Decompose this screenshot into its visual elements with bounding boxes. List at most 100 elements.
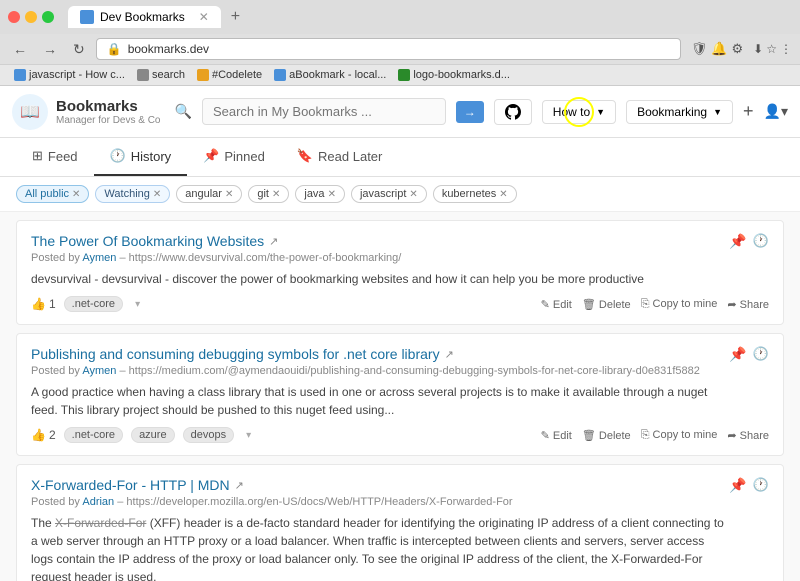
like-number: 2 [49,428,56,442]
bookmarks-bar-item[interactable]: javascript - How c... [8,67,131,83]
filter-java-label: java [304,188,324,200]
tab-history[interactable]: 🕐 History [94,138,188,176]
filter-remove-icon[interactable]: ✕ [328,189,336,200]
tab-close-button[interactable]: ✕ [199,10,209,24]
copy-to-mine-button[interactable]: ⎘ Copy to mine [641,298,718,311]
delete-button[interactable]: 🗑 Delete [582,298,631,311]
like-count: 👍 2 [31,428,56,442]
bookmarks-bar-item[interactable]: aBookmark - local... [268,67,392,83]
shield-icon[interactable]: 🛡 [691,41,708,57]
filter-watching[interactable]: Watching ✕ [95,185,170,203]
filter-git-label: git [257,188,269,200]
bookmark-meta: Posted by Aymen – https://medium.com/@ay… [31,365,729,377]
bookmarks-bar-item[interactable]: #Codelete [191,67,268,83]
tab-pinned[interactable]: 📌 Pinned [187,138,281,176]
edit-button[interactable]: ✎ Edit [541,429,572,442]
delete-button[interactable]: 🗑 Delete [582,429,631,442]
howto-wrapper: How to [542,100,616,124]
share-button[interactable]: ➦ Share [727,429,769,442]
thumbs-up-icon[interactable]: 👍 [31,297,46,311]
tab-pinned-label: Pinned [224,149,264,164]
bookmarking-label: Bookmarking [637,105,707,119]
tag-net-core[interactable]: .net-core [64,296,123,312]
bookmark-link[interactable]: The Power Of Bookmarking Websites [31,233,264,249]
filter-remove-icon[interactable]: ✕ [72,189,80,200]
add-button[interactable]: + [743,101,754,122]
bookmark-title: Publishing and consuming debugging symbo… [31,346,729,362]
bookmark-author[interactable]: Aymen [82,365,116,377]
read-later-icon[interactable]: 🕐 [753,477,769,494]
edit-button[interactable]: ✎ Edit [541,298,572,311]
read-later-icon[interactable]: 🕐 [753,346,769,363]
pin-icon[interactable]: 📌 [729,346,746,363]
bookmark-meta: Posted by Aymen – https://www.devsurviva… [31,252,729,264]
filter-all-public-label: All public [25,188,69,200]
maximize-button[interactable] [42,11,54,23]
github-button[interactable] [494,99,532,125]
tab-feed[interactable]: ⊞ Feed [16,138,94,176]
filter-git[interactable]: git ✕ [248,185,289,203]
pin-icon[interactable]: 📌 [729,477,746,494]
filter-remove-icon[interactable]: ✕ [409,189,417,200]
bookmark-link[interactable]: X-Forwarded-For - HTTP | MDN [31,477,230,493]
tag-expand[interactable]: ▾ [135,299,140,310]
tag-expand[interactable]: ▾ [246,430,251,441]
howto-button[interactable]: How to [542,100,616,124]
thumbs-up-icon[interactable]: 👍 [31,428,46,442]
card-actions-right: 📌 🕐 [729,346,769,363]
new-tab-button[interactable]: + [231,8,240,26]
bookmarking-button[interactable]: Bookmarking [626,100,733,124]
search-input[interactable] [202,98,446,125]
user-menu-button[interactable]: 👤▾ [764,103,788,120]
notification-icon[interactable]: 🔔 [711,41,727,57]
filter-remove-icon[interactable]: ✕ [272,189,280,200]
tab-read-later[interactable]: 🔖 Read Later [281,138,399,176]
like-count: 👍 1 [31,297,56,311]
header-actions: How to Bookmarking + 👤▾ [494,99,788,125]
share-button[interactable]: ➦ Share [727,298,769,311]
bookmark-author[interactable]: Aymen [82,252,116,264]
bookmark-link[interactable]: Publishing and consuming debugging symbo… [31,346,440,362]
browser-tab[interactable]: Dev Bookmarks ✕ [68,6,221,28]
reload-button[interactable]: ↻ [68,39,90,60]
copy-to-mine-button[interactable]: ⎘ Copy to mine [641,429,718,442]
filter-javascript[interactable]: javascript ✕ [351,185,427,203]
bookmark-description: The X-Forwarded-For (XFF) header is a de… [31,514,729,581]
tag-azure[interactable]: azure [131,427,175,443]
filter-kubernetes[interactable]: kubernetes ✕ [433,185,517,203]
star-icon[interactable]: ☆ [766,42,777,56]
filter-watching-label: Watching [104,188,149,200]
address-bar[interactable]: 🔒 bookmarks.dev [96,38,681,60]
pin-icon[interactable]: 📌 [729,233,746,250]
tab-read-later-label: Read Later [318,149,382,164]
tab-feed-label: Feed [48,149,78,164]
bookmarks-bar-item[interactable]: logo-bookmarks.d... [392,67,516,83]
bookmark-card: Publishing and consuming debugging symbo… [16,333,784,456]
tabs-bar: ⊞ Feed 🕐 History 📌 Pinned 🔖 Read Later [0,138,800,177]
download-icon[interactable]: ⬇ [753,42,763,56]
tag-net-core[interactable]: .net-core [64,427,123,443]
back-button[interactable]: ← [8,39,32,59]
filter-java[interactable]: java ✕ [295,185,345,203]
tag-devops[interactable]: devops [183,427,234,443]
external-link-icon: ↗ [235,479,244,492]
bookmark-url: – https://www.devsurvival.com/the-power-… [119,252,401,264]
tab-history-label: History [131,149,171,164]
read-later-icon[interactable]: 🕐 [753,233,769,250]
search-submit-button[interactable]: → [456,101,484,123]
bookmark-author[interactable]: Adrian [82,496,114,508]
close-button[interactable] [8,11,20,23]
forward-button[interactable]: → [38,39,62,59]
search-icon[interactable]: 🔍 [175,103,192,120]
filter-all-public[interactable]: All public ✕ [16,185,89,203]
filter-remove-icon[interactable]: ✕ [499,189,507,200]
howto-label: How to [553,105,590,119]
minimize-button[interactable] [25,11,37,23]
logo-text: Bookmarks Manager for Devs & Co [56,98,161,126]
settings-icon[interactable]: ⚙ [732,41,744,57]
bookmarks-bar-item[interactable]: search [131,67,191,83]
filter-remove-icon[interactable]: ✕ [153,189,161,200]
menu-icon[interactable]: ⋮ [780,42,792,56]
filter-angular[interactable]: angular ✕ [176,185,242,203]
filter-remove-icon[interactable]: ✕ [225,189,233,200]
